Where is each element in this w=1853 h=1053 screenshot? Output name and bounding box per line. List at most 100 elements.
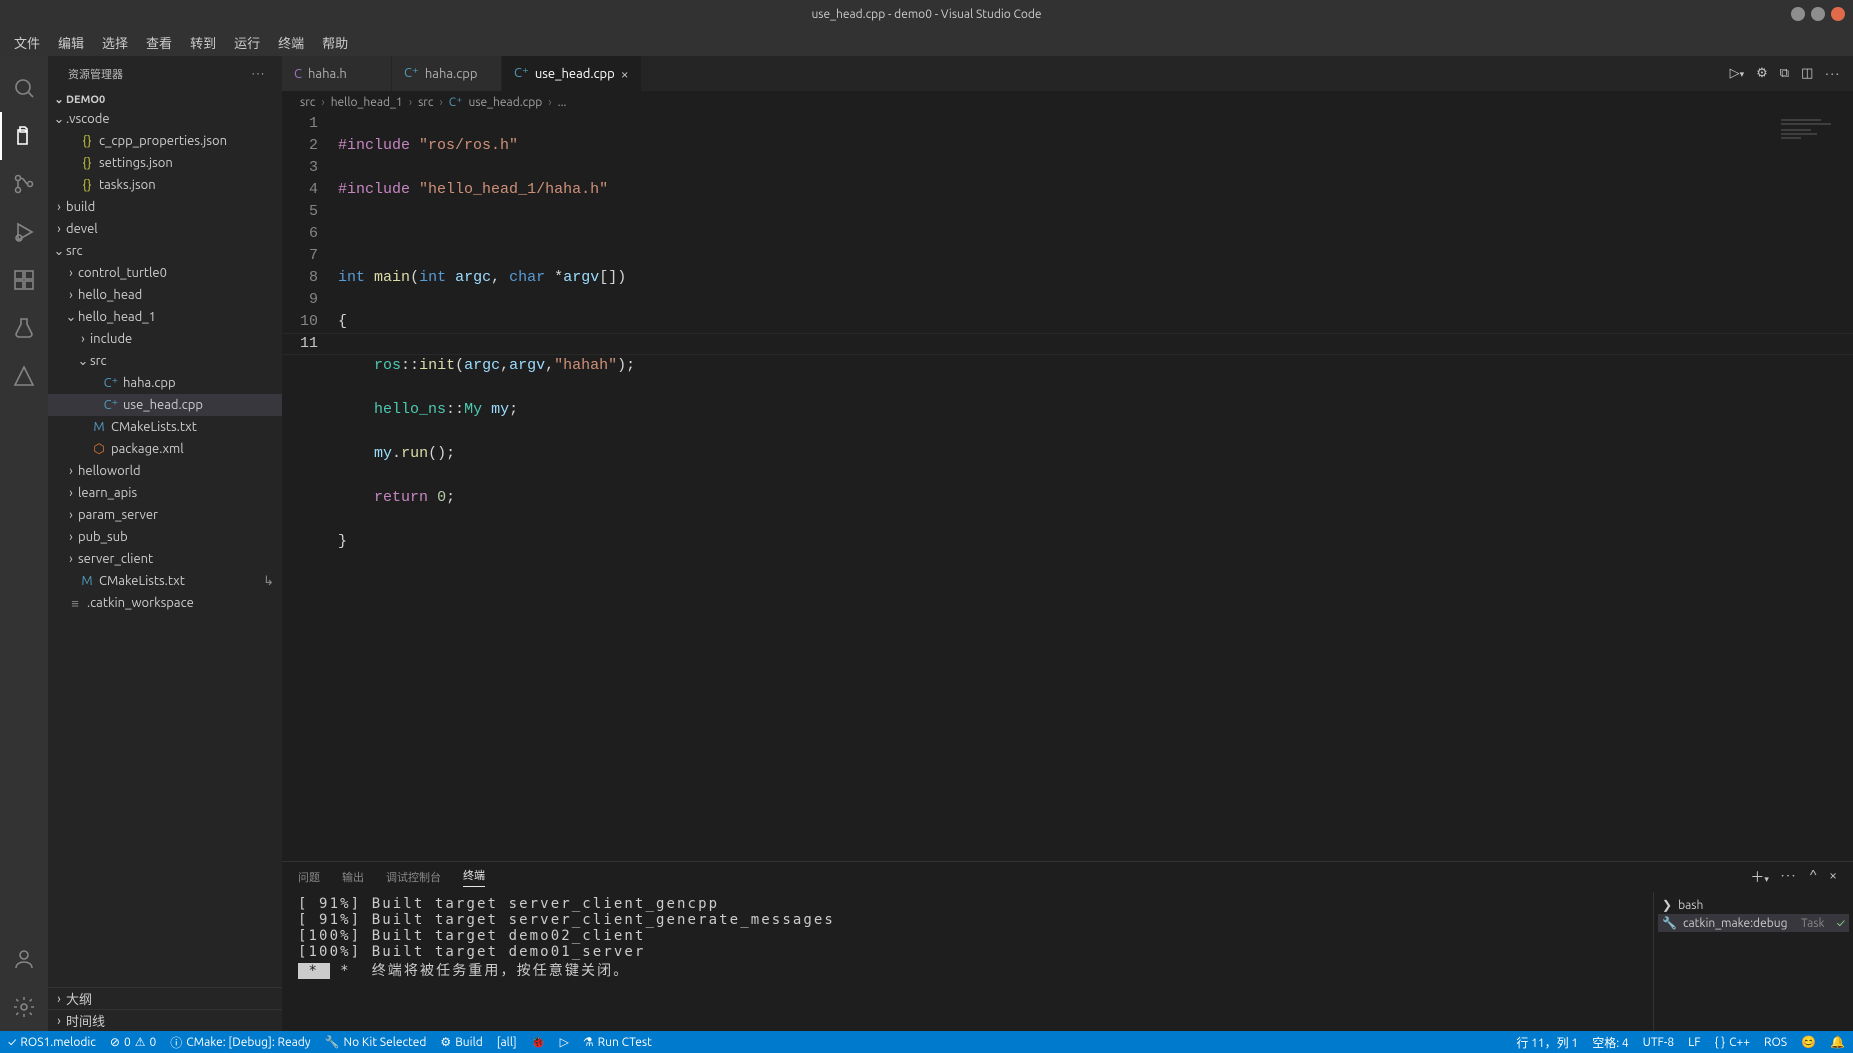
status-errors-warnings[interactable]: ⊘0 ⚠0: [110, 1035, 156, 1049]
status-runctest[interactable]: ⚗Run CTest: [583, 1035, 652, 1049]
folder-src-inner[interactable]: ⌄src: [48, 350, 282, 372]
code-content[interactable]: #include "ros/ros.h" #include "hello_hea…: [338, 113, 635, 861]
folder-helloworld[interactable]: ›helloworld: [48, 460, 282, 482]
activity-settings[interactable]: [0, 983, 48, 1031]
panel-more-icon[interactable]: ···: [1781, 867, 1797, 887]
activity-source-control[interactable]: [0, 160, 48, 208]
panel-close-icon[interactable]: ×: [1829, 867, 1837, 887]
terminal-item-bash[interactable]: ❯bash: [1658, 896, 1849, 914]
menu-run[interactable]: 运行: [226, 30, 268, 55]
status-ros[interactable]: ✓ROS1.melodic: [8, 1036, 96, 1049]
sidebar-more-icon[interactable]: ···: [252, 68, 266, 80]
tab-haha-cpp[interactable]: C⁺ haha.cpp: [392, 56, 502, 91]
breadcrumb-segment[interactable]: use_head.cpp: [469, 96, 543, 109]
terminal-item-catkin[interactable]: 🔧catkin_make:debugTask✓: [1658, 914, 1849, 932]
file-settings-json[interactable]: {}settings.json: [48, 152, 282, 174]
chevron-down-icon: ⌄: [64, 310, 78, 325]
activity-extensions[interactable]: [0, 256, 48, 304]
activity-search[interactable]: [0, 64, 48, 112]
menu-view[interactable]: 查看: [138, 30, 180, 55]
breadcrumb-segment[interactable]: hello_head_1: [331, 96, 403, 109]
breadcrumb-segment[interactable]: src: [300, 96, 315, 109]
activity-cmake[interactable]: [0, 352, 48, 400]
status-nokit[interactable]: 🔧No Kit Selected: [325, 1035, 427, 1049]
file-tasks-json[interactable]: {}tasks.json: [48, 174, 282, 196]
folder-devel[interactable]: ›devel: [48, 218, 282, 240]
panel-tab-problems[interactable]: 问题: [298, 869, 320, 885]
folder-server-client[interactable]: ›server_client: [48, 548, 282, 570]
gear-icon: ⚙: [440, 1035, 451, 1049]
file-cmakelists-root[interactable]: MCMakeLists.txt↳: [48, 570, 282, 592]
status-cmake[interactable]: ⓘCMake: [Debug]: Ready: [170, 1034, 310, 1051]
status-encoding[interactable]: UTF-8: [1643, 1034, 1674, 1051]
file-icon: ≡: [66, 596, 84, 611]
activity-account[interactable]: [0, 935, 48, 983]
file-haha-cpp[interactable]: C⁺haha.cpp: [48, 372, 282, 394]
sidebar-project-header[interactable]: ⌄ DEMO0: [48, 91, 282, 108]
folder-build[interactable]: ›build: [48, 196, 282, 218]
activity-explorer[interactable]: [0, 112, 48, 160]
wrench-icon: 🔧: [325, 1035, 340, 1049]
minimap[interactable]: [1781, 117, 1841, 147]
menu-go[interactable]: 转到: [182, 30, 224, 55]
status-line-col[interactable]: 行 11，列 1: [1516, 1034, 1578, 1051]
panel-tab-output[interactable]: 输出: [342, 869, 364, 885]
code-editor[interactable]: 123 456 789 1011 #include "ros/ros.h" #i…: [282, 113, 1853, 861]
window-maximize[interactable]: [1811, 7, 1825, 21]
sidebar-timeline[interactable]: ›时间线: [48, 1009, 282, 1031]
panel-tab-terminal[interactable]: 终端: [463, 867, 485, 887]
menu-selection[interactable]: 选择: [94, 30, 136, 55]
run-dropdown-icon[interactable]: ▷▾: [1730, 66, 1745, 81]
breadcrumb-segment[interactable]: ...: [558, 96, 567, 109]
activity-run-debug[interactable]: [0, 208, 48, 256]
terminal-output[interactable]: [ 91%] Built target server_client_gencpp…: [282, 892, 1653, 1031]
menu-help[interactable]: 帮助: [314, 30, 356, 55]
status-run-icon[interactable]: ▷: [560, 1035, 569, 1049]
status-build[interactable]: ⚙Build: [440, 1035, 482, 1049]
xml-icon: ⬡: [90, 442, 108, 457]
window-minimize[interactable]: [1791, 7, 1805, 21]
window-close[interactable]: [1831, 7, 1845, 21]
current-line-highlight: [282, 333, 1853, 355]
folder-hello-head-1[interactable]: ⌄hello_head_1: [48, 306, 282, 328]
diff-icon[interactable]: ⧉: [1780, 66, 1789, 81]
close-icon[interactable]: ×: [621, 66, 629, 82]
file-package-xml[interactable]: ⬡package.xml: [48, 438, 282, 460]
folder-param-server[interactable]: ›param_server: [48, 504, 282, 526]
file-cmakelists[interactable]: MCMakeLists.txt: [48, 416, 282, 438]
status-language[interactable]: { }C++: [1715, 1034, 1750, 1051]
status-ros-right[interactable]: ROS: [1764, 1034, 1787, 1051]
folder-include[interactable]: ›include: [48, 328, 282, 350]
file-use-head-cpp[interactable]: C⁺use_head.cpp: [48, 394, 282, 416]
file-catkin-workspace[interactable]: ≡.catkin_workspace: [48, 592, 282, 614]
tab-use-head-cpp[interactable]: C⁺ use_head.cpp ×: [502, 56, 642, 91]
folder-src[interactable]: ⌄src: [48, 240, 282, 262]
status-debug-icon[interactable]: 🐞: [531, 1035, 546, 1049]
status-spaces[interactable]: 空格: 4: [1592, 1034, 1628, 1051]
folder-vscode[interactable]: ⌄.vscode: [48, 108, 282, 130]
menu-terminal[interactable]: 终端: [270, 30, 312, 55]
folder-hello-head[interactable]: ›hello_head: [48, 284, 282, 306]
activity-testing[interactable]: [0, 304, 48, 352]
new-terminal-icon[interactable]: ＋▾: [1750, 867, 1769, 887]
sidebar-outline[interactable]: ›大纲: [48, 987, 282, 1009]
folder-control-turtle0[interactable]: ›control_turtle0: [48, 262, 282, 284]
breadcrumb[interactable]: src› hello_head_1› src› C⁺ use_head.cpp›…: [282, 91, 1853, 113]
menu-edit[interactable]: 编辑: [50, 30, 92, 55]
tab-haha-h[interactable]: C haha.h: [282, 56, 392, 91]
menu-file[interactable]: 文件: [6, 30, 48, 55]
status-target[interactable]: [all]: [497, 1036, 517, 1049]
panel-maximize-icon[interactable]: ^: [1809, 867, 1817, 887]
status-feedback-icon[interactable]: 😊: [1801, 1034, 1816, 1051]
panel-tab-debug-console[interactable]: 调试控制台: [386, 869, 441, 885]
folder-learn-apis[interactable]: ›learn_apis: [48, 482, 282, 504]
folder-pub-sub[interactable]: ›pub_sub: [48, 526, 282, 548]
file-c-cpp-properties[interactable]: {}c_cpp_properties.json: [48, 130, 282, 152]
status-bell-icon[interactable]: 🔔: [1830, 1034, 1845, 1051]
breadcrumb-segment[interactable]: src: [418, 96, 433, 109]
split-editor-icon[interactable]: ◫: [1801, 66, 1813, 81]
status-eol[interactable]: LF: [1688, 1034, 1700, 1051]
gear-icon[interactable]: ⚙: [1756, 66, 1768, 81]
file-tree[interactable]: ⌄.vscode {}c_cpp_properties.json {}setti…: [48, 108, 282, 987]
more-actions-icon[interactable]: ···: [1825, 67, 1841, 81]
